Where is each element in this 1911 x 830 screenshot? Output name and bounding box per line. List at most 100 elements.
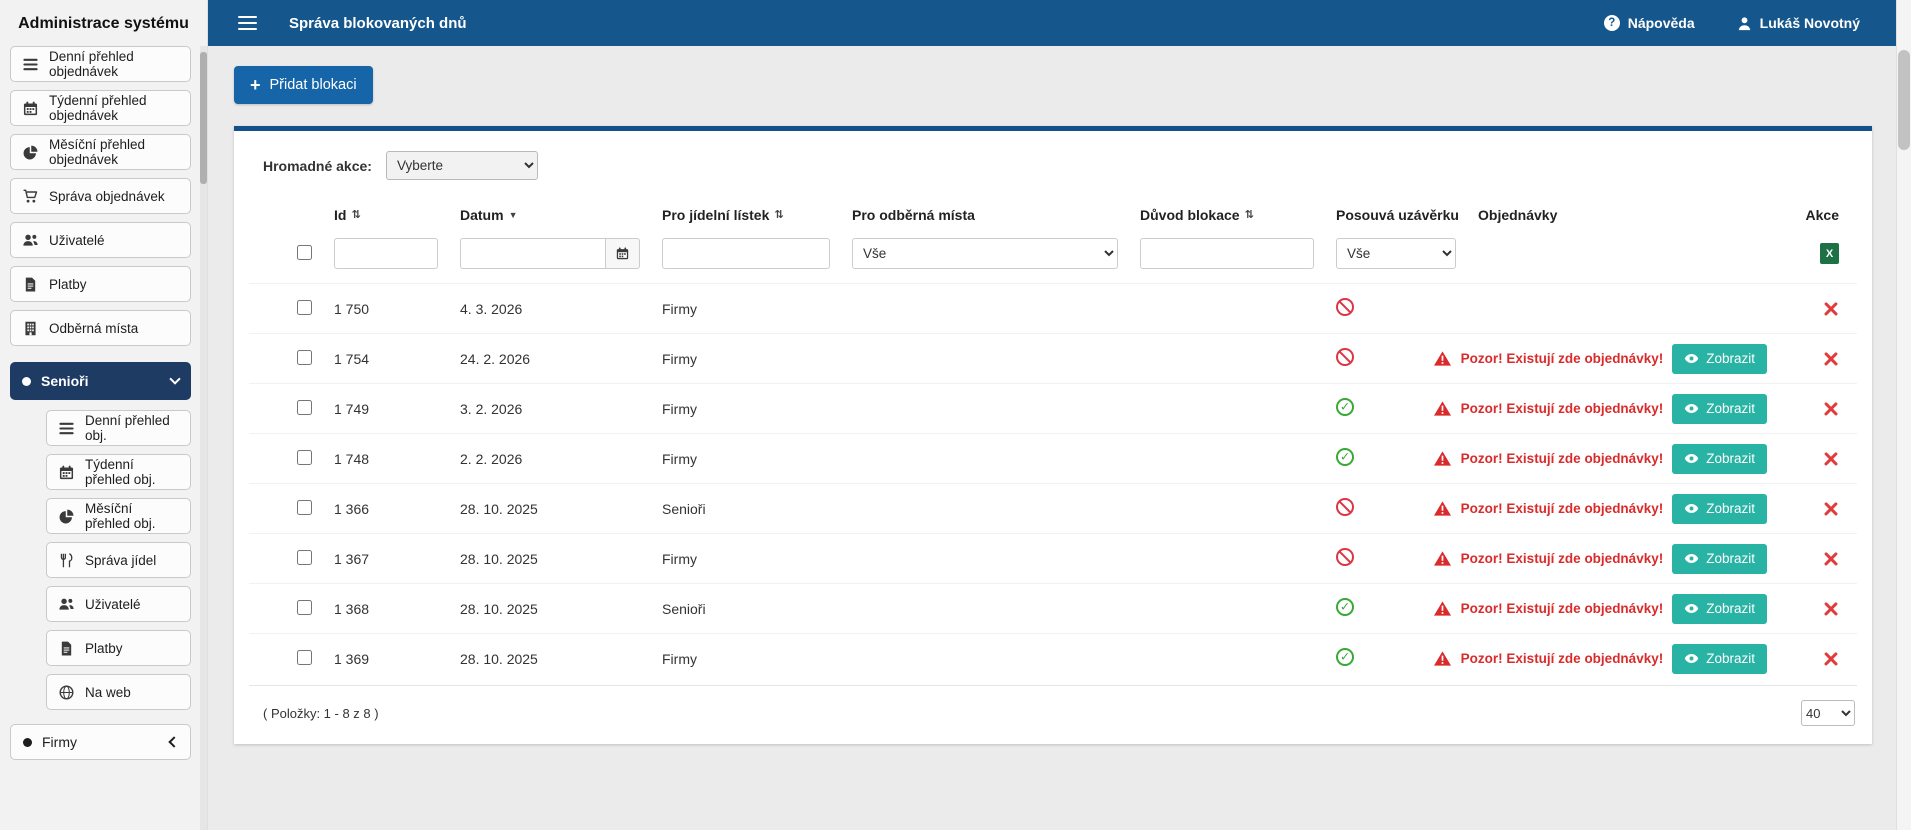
row-select-checkbox[interactable] <box>297 399 312 415</box>
table-header-row: Id Datum Pro jídelní lístek Pro odběrná … <box>249 196 1857 234</box>
filter-shifts-select[interactable]: Vše <box>1336 238 1456 269</box>
sidebar-item-seniors-payments[interactable]: Platby <box>46 630 191 666</box>
table-row: 1 749 3. 2. 2026 Firmy Pozor! Existují z… <box>249 383 1857 433</box>
warning-triangle-icon <box>1433 350 1452 367</box>
chevron-down-icon <box>169 373 181 385</box>
sidebar-scrollbar-thumb[interactable] <box>200 52 207 184</box>
delete-row-icon[interactable] <box>1823 351 1839 367</box>
filter-places-select[interactable]: Vše <box>852 238 1118 269</box>
delete-row-icon[interactable] <box>1823 401 1839 417</box>
sidebar-nav: Denní přehled objednávek Týdenní přehled… <box>0 44 207 760</box>
shopping-cart-icon <box>22 189 39 204</box>
sidebar-scrollbar[interactable] <box>200 46 207 830</box>
cell-id: 1 367 <box>334 550 370 567</box>
sidebar-item-daily-orders[interactable]: Denní přehled objednávek <box>10 46 191 82</box>
page-scrollbar[interactable] <box>1896 0 1911 830</box>
show-orders-label: Zobrazit <box>1706 351 1755 366</box>
sort-icon <box>774 210 783 221</box>
filter-id-input[interactable] <box>334 238 438 269</box>
sidebar-item-label: Týdenní přehled objednávek <box>49 93 147 123</box>
table-row: 1 748 2. 2. 2026 Firmy Pozor! Existují z… <box>249 433 1857 483</box>
sidebar-item-seniors-web[interactable]: Na web <box>46 674 191 710</box>
sidebar-item-weekly-orders[interactable]: Týdenní přehled objednávek <box>10 90 191 126</box>
menu-icon[interactable] <box>236 12 259 35</box>
filter-reason-input[interactable] <box>1140 238 1314 269</box>
page-size-select[interactable]: 40 <box>1801 700 1855 726</box>
invoice-icon <box>22 277 39 292</box>
warning-triangle-icon <box>1433 450 1452 467</box>
sidebar-item-payments[interactable]: Platby <box>10 266 191 302</box>
eye-icon <box>1684 551 1699 566</box>
cell-date: 4. 3. 2026 <box>460 300 523 317</box>
sidebar-item-pickup-places[interactable]: Odběrná místa <box>10 310 191 346</box>
sidebar-item-seniors-weekly[interactable]: Týdenní přehled obj. <box>46 454 191 490</box>
orders-warning-text: Pozor! Existují zde objednávky! <box>1460 451 1664 466</box>
show-orders-button[interactable]: Zobrazit <box>1672 393 1767 424</box>
filter-menu-input[interactable] <box>662 238 830 269</box>
delete-row-icon[interactable] <box>1823 601 1839 617</box>
show-orders-label: Zobrazit <box>1706 601 1755 616</box>
pie-chart-icon <box>58 509 75 524</box>
sidebar-group-label: Firmy <box>42 734 77 750</box>
bulk-actions-select[interactable]: Vyberte <box>385 151 538 180</box>
sidebar-item-seniors-meals[interactable]: Správa jídel <box>46 542 191 578</box>
cell-id: 1 366 <box>334 500 370 517</box>
column-header-date[interactable]: Datum <box>460 207 662 223</box>
cell-id: 1 750 <box>334 300 370 317</box>
show-orders-button[interactable]: Zobrazit <box>1672 643 1767 674</box>
sidebar-item-label: Platby <box>49 276 87 292</box>
row-select-checkbox[interactable] <box>297 599 312 615</box>
cell-menu: Firmy <box>662 450 697 467</box>
sidebar-item-monthly-orders[interactable]: Měsíční přehled objednávek <box>10 134 191 170</box>
warning-triangle-icon <box>1433 650 1452 667</box>
show-orders-button[interactable]: Zobrazit <box>1672 443 1767 474</box>
row-select-checkbox[interactable] <box>297 349 312 365</box>
add-block-button[interactable]: Přidat blokaci <box>234 66 373 104</box>
sidebar-item-order-management[interactable]: Správa objednávek <box>10 178 191 214</box>
show-orders-button[interactable]: Zobrazit <box>1672 343 1767 374</box>
orders-warning-text: Pozor! Existují zde objednávky! <box>1460 551 1664 566</box>
sidebar-group-seniors[interactable]: Senioři <box>10 362 191 400</box>
sidebar-group-firmy[interactable]: Firmy <box>10 724 191 760</box>
sidebar-item-seniors-daily[interactable]: Denní přehled obj. <box>46 410 191 446</box>
row-select-checkbox[interactable] <box>297 549 312 565</box>
warning-triangle-icon <box>1433 600 1452 617</box>
shifts-deadline-status-icon <box>1336 298 1354 316</box>
sort-icon <box>509 210 518 221</box>
sidebar: Administrace systému Denní přehled objed… <box>0 0 208 830</box>
calendar-button[interactable] <box>605 238 640 269</box>
row-select-checkbox[interactable] <box>297 449 312 465</box>
excel-export-icon[interactable] <box>1820 243 1839 264</box>
sidebar-item-label: Měsíční přehled obj. <box>85 501 156 531</box>
delete-row-icon[interactable] <box>1823 501 1839 517</box>
column-header-menu[interactable]: Pro jídelní lístek <box>662 207 852 223</box>
column-header-id[interactable]: Id <box>334 207 460 223</box>
row-select-checkbox[interactable] <box>297 649 312 665</box>
row-select-checkbox[interactable] <box>297 299 312 315</box>
column-header-reason[interactable]: Důvod blokace <box>1140 207 1336 223</box>
page-scrollbar-thumb[interactable] <box>1898 50 1910 150</box>
eye-icon <box>1684 351 1699 366</box>
sidebar-item-users[interactable]: Uživatelé <box>10 222 191 258</box>
table-row: 1 750 4. 3. 2026 Firmy Pozor! Existují z… <box>249 283 1857 333</box>
select-all-checkbox[interactable] <box>297 244 312 260</box>
sidebar-item-seniors-users[interactable]: Uživatelé <box>46 586 191 622</box>
delete-row-icon[interactable] <box>1823 551 1839 567</box>
cell-orders: Pozor! Existují zde objednávky! Zobrazit <box>1433 443 1771 474</box>
user-menu[interactable]: Lukáš Novotný <box>1737 15 1860 31</box>
help-link[interactable]: Nápověda <box>1603 15 1695 31</box>
sidebar-item-seniors-monthly[interactable]: Měsíční přehled obj. <box>46 498 191 534</box>
delete-row-icon[interactable] <box>1823 651 1839 667</box>
show-orders-button[interactable]: Zobrazit <box>1672 493 1767 524</box>
show-orders-button[interactable]: Zobrazit <box>1672 543 1767 574</box>
delete-row-icon[interactable] <box>1823 451 1839 467</box>
filter-date-input[interactable] <box>460 238 605 269</box>
orders-warning-text: Pozor! Existují zde objednávky! <box>1460 651 1664 666</box>
show-orders-button[interactable]: Zobrazit <box>1672 593 1767 624</box>
cell-orders: Pozor! Existují zde objednávky! Zobrazit <box>1433 643 1771 674</box>
delete-row-icon[interactable] <box>1823 301 1839 317</box>
row-select-checkbox[interactable] <box>297 499 312 515</box>
shifts-deadline-status-icon <box>1336 648 1354 666</box>
warning-triangle-icon <box>1433 400 1452 417</box>
sidebar-item-label: Měsíční přehled objednávek <box>49 137 146 167</box>
